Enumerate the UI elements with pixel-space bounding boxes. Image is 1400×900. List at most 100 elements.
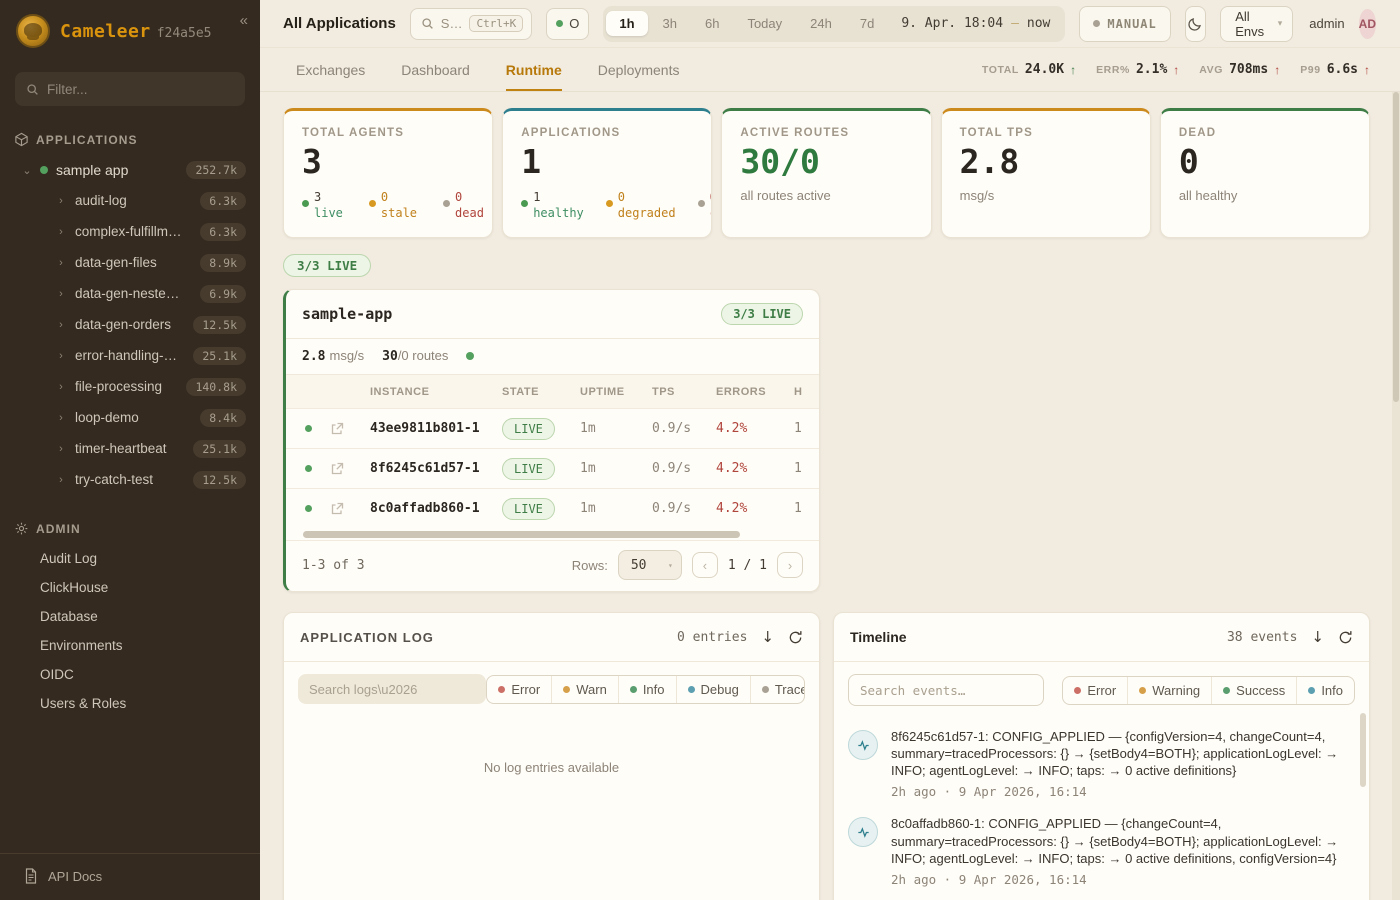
chevron-right-icon[interactable]: › (56, 350, 66, 362)
info-dot-icon (630, 686, 637, 693)
sidebar-item-clickhouse[interactable]: ClickHouse (0, 573, 260, 602)
external-link-icon[interactable] (330, 462, 370, 476)
range-7d[interactable]: 7d (847, 11, 887, 36)
filter-warn[interactable]: Warn (551, 676, 618, 703)
chevron-right-icon[interactable]: › (56, 195, 66, 207)
sidebar-item-audit-log[interactable]: › audit-log 6.3k (0, 185, 260, 216)
sidebar-item-complex-fulfillment[interactable]: › complex-fulfillm… 6.3k (0, 216, 260, 247)
table-row[interactable]: 8c0affadb860-1 LIVE 1m 0.9/s 4.2% 1 (286, 488, 819, 528)
log-search-input[interactable]: Search logs\u2026 (298, 674, 486, 704)
chevron-down-icon[interactable]: ⌄ (22, 164, 32, 177)
sidebar-item-timer-heartbeat[interactable]: › timer-heartbeat 25.1k (0, 433, 260, 464)
count-badge: 252.7k (186, 161, 246, 179)
live-badge: 3/3 LIVE (721, 303, 803, 325)
external-link-icon[interactable] (330, 502, 370, 516)
global-search-input[interactable]: S… Ctrl+K (410, 8, 532, 40)
page-scrollbar[interactable] (1392, 92, 1400, 900)
timeline-event[interactable]: 8f6245c61d57-1: CONFIG_APPLIED — {config… (848, 728, 1349, 799)
timeline-scrollbar[interactable] (1360, 713, 1366, 787)
sidebar-item-database[interactable]: Database (0, 602, 260, 631)
theme-toggle-button[interactable] (1185, 6, 1206, 42)
tab-dashboard[interactable]: Dashboard (401, 48, 470, 91)
chevron-right-icon[interactable]: › (56, 412, 66, 424)
app-name: sample app (56, 162, 178, 178)
timeline-search-input[interactable]: Search events… (848, 674, 1044, 706)
card-applications: APPLICATIONS 1 1healthy 0degraded 0criti (502, 108, 712, 238)
refresh-icon[interactable] (1338, 630, 1353, 645)
stat-p99: P99 6.6s ↑ (1300, 62, 1370, 77)
sidebar-item-oidc[interactable]: OIDC (0, 660, 260, 689)
filter-trace[interactable]: Trace (750, 676, 805, 703)
filter-debug[interactable]: Debug (676, 676, 750, 703)
chevron-right-icon[interactable]: › (56, 381, 66, 393)
chevron-right-icon[interactable]: › (56, 226, 66, 238)
state-badge: LIVE (502, 458, 555, 480)
range-today[interactable]: Today (734, 11, 795, 36)
date-separator: — (1011, 16, 1019, 31)
refresh-icon[interactable] (788, 630, 803, 645)
download-icon[interactable]: ↓ (1311, 628, 1324, 646)
sidebar-item-file-processing[interactable]: › file-processing 140.8k (0, 371, 260, 402)
avatar[interactable]: AD (1359, 9, 1376, 39)
next-page-button[interactable]: › (777, 552, 803, 578)
sidebar-item-loop-demo[interactable]: › loop-demo 8.4k (0, 402, 260, 433)
tab-runtime[interactable]: Runtime (506, 48, 562, 91)
sidebar-item-error-handling[interactable]: › error-handling-… 25.1k (0, 340, 260, 371)
filter-info[interactable]: Info (618, 676, 676, 703)
stats-bar: TOTAL 24.0K ↑ ERR% 2.1% ↑ AVG 708ms ↑ P9… (982, 48, 1370, 91)
range-24h[interactable]: 24h (797, 11, 845, 36)
sidebar-item-data-gen-nested[interactable]: › data-gen-neste… 6.9k (0, 278, 260, 309)
health-dot (466, 352, 474, 360)
sidebar-item-environments[interactable]: Environments (0, 631, 260, 660)
chevron-right-icon[interactable]: › (56, 257, 66, 269)
count-badge: 8.9k (200, 254, 246, 272)
table-row[interactable]: 8f6245c61d57-1 LIVE 1m 0.9/s 4.2% 1 (286, 448, 819, 488)
range-1h[interactable]: 1h (606, 11, 647, 36)
filter-error[interactable]: Error (487, 676, 551, 703)
sidebar-item-users-roles[interactable]: Users & Roles (0, 689, 260, 718)
sidebar-item-audit-log-admin[interactable]: Audit Log (0, 544, 260, 573)
tab-exchanges[interactable]: Exchanges (296, 48, 365, 91)
tab-deployments[interactable]: Deployments (598, 48, 680, 91)
online-status-pill[interactable]: O (546, 8, 589, 40)
applications-section-header: APPLICATIONS (0, 120, 260, 155)
external-link-icon[interactable] (330, 422, 370, 436)
filter-success[interactable]: Success (1211, 677, 1296, 704)
sidebar-item-try-catch-test[interactable]: › try-catch-test 12.5k (0, 464, 260, 495)
filter-error[interactable]: Error (1063, 677, 1127, 704)
filter-info[interactable]: Info (1296, 677, 1354, 704)
app-panel-title[interactable]: sample-app (302, 305, 392, 323)
count-badge: 6.9k (200, 285, 246, 303)
range-6h[interactable]: 6h (692, 11, 732, 36)
sidebar-item-data-gen-orders[interactable]: › data-gen-orders 12.5k (0, 309, 260, 340)
date-range-display[interactable]: 9. Apr. 18:04 — now (889, 16, 1062, 31)
chevron-right-icon[interactable]: › (56, 443, 66, 455)
info-dot-icon (1308, 687, 1315, 694)
green-dot-icon (521, 200, 528, 207)
rows-per-page-select[interactable]: 50 ▾ (618, 550, 682, 580)
cube-icon (14, 132, 29, 147)
range-3h[interactable]: 3h (650, 11, 690, 36)
sidebar-filter-input[interactable]: Filter... (15, 72, 245, 106)
api-docs-link[interactable]: API Docs (0, 853, 260, 900)
chevron-right-icon[interactable]: › (56, 288, 66, 300)
environment-select[interactable]: All Envs ▾ (1220, 6, 1293, 42)
timeline-panel: Timeline 38 events ↓ Search events… Erro… (833, 612, 1370, 900)
sidebar-item-data-gen-files[interactable]: › data-gen-files 8.9k (0, 247, 260, 278)
filter-warning[interactable]: Warning (1127, 677, 1211, 704)
timeline-event[interactable]: 8c0affadb860-1: CONFIG_APPLIED — {change… (848, 815, 1349, 886)
sidebar-collapse-icon[interactable]: « (240, 12, 248, 29)
substat-live: 3live (302, 189, 343, 221)
table-row[interactable]: 43ee9811b801-1 LIVE 1m 0.9/s 4.2% 1 (286, 408, 819, 448)
manual-refresh-button[interactable]: MANUAL (1079, 6, 1170, 42)
live-filter-badge[interactable]: 3/3 LIVE (283, 254, 371, 277)
sidebar-item-sample-app[interactable]: ⌄ sample app 252.7k (0, 155, 260, 185)
trend-up-icon: ↑ (1274, 63, 1280, 77)
horizontal-scrollbar[interactable] (300, 531, 805, 538)
amber-dot-icon (369, 200, 376, 207)
download-icon[interactable]: ↓ (761, 628, 774, 646)
state-badge: LIVE (502, 418, 555, 440)
prev-page-button[interactable]: ‹ (692, 552, 718, 578)
chevron-right-icon[interactable]: › (56, 474, 66, 486)
chevron-right-icon[interactable]: › (56, 319, 66, 331)
